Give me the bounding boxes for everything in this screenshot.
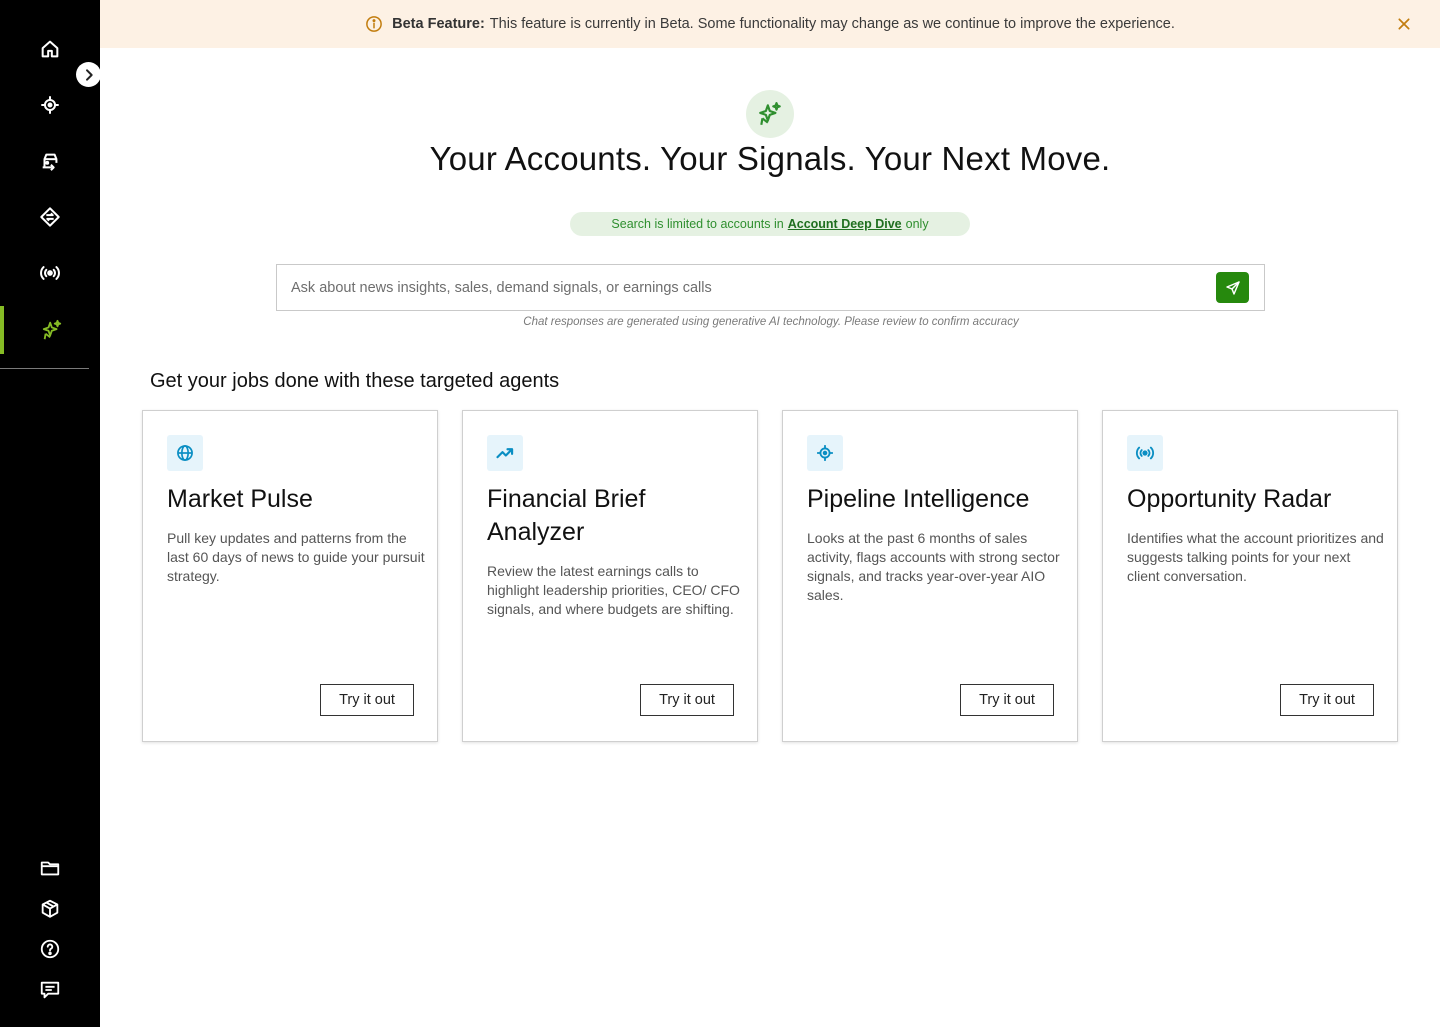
globe-icon [177,445,193,461]
card-description: Identifies what the account prioritizes … [1127,530,1384,584]
trend-up-icon [496,448,514,459]
ai-disclaimer: Chat responses are generated using gener… [523,316,1019,328]
agent-card-opportunity-radar: Opportunity Radar Identifies what the ac… [1102,410,1398,742]
sidebar-item-ai-agents[interactable] [0,306,100,354]
sidebar [0,0,100,1027]
try-it-out-button[interactable]: Try it out [320,684,414,716]
folder-icon [40,861,60,876]
chat-icon [40,981,60,999]
card-title: Pipeline Intelligence [807,485,1030,513]
close-icon [1398,18,1410,30]
car-icon [42,153,58,171]
banner-message: This feature is currently in Beta. Some … [489,16,1175,32]
account-deep-dive-link[interactable]: Account Deep Dive [788,217,902,231]
agent-card-market-pulse: Market Pulse Pull key updates and patter… [142,410,438,742]
card-description: Review the latest earnings calls to high… [487,563,740,617]
diamond-arrows-icon [40,207,60,227]
info-icon [366,16,382,32]
card-icon-badge [807,435,843,471]
send-button[interactable] [1216,272,1249,303]
sidebar-item-signals[interactable] [0,249,100,297]
scope-suffix: only [905,217,929,231]
banner-label: Beta Feature: [392,16,485,32]
broadcast-icon [40,266,60,280]
agents-section-title: Get your jobs done with these targeted a… [150,370,560,392]
card-title: Market Pulse [167,485,313,513]
card-description: Looks at the past 6 months of sales acti… [807,530,1060,603]
target-icon [41,96,59,114]
card-icon-badge [487,435,523,471]
agent-card-financial-brief-analyzer: Financial Brief Analyzer Review the late… [462,410,758,742]
card-icon-badge [1127,435,1163,471]
broadcast-icon [1135,446,1155,460]
beta-banner: Beta Feature: This feature is currently … [100,0,1440,48]
sidebar-item-targets[interactable] [0,81,100,129]
sparkle-icon [759,102,781,126]
send-icon [1225,280,1240,295]
try-it-out-button[interactable]: Try it out [640,684,734,716]
sparkle-icon [42,319,62,340]
page-title: Your Accounts. Your Signals. Your Next M… [429,140,1111,177]
box-icon [41,899,59,918]
hero-sparkle-badge [746,90,794,138]
card-description: Pull key updates and patterns from the l… [167,530,425,584]
sidebar-item-feedback[interactable] [0,966,100,1014]
home-icon [41,40,59,58]
target-icon [817,445,833,461]
search-scope-notice: Search is limited to accounts in Account… [570,212,970,236]
help-icon [40,939,60,959]
sidebar-item-vehicle[interactable] [0,137,100,185]
chat-input[interactable] [291,265,1211,310]
chat-search-box [276,264,1265,311]
sidebar-expand-button[interactable] [76,62,101,87]
agent-card-pipeline-intelligence: Pipeline Intelligence Looks at the past … [782,410,1078,742]
card-icon-badge [167,435,203,471]
chevron-right-icon [85,68,93,81]
sidebar-divider [0,368,89,369]
scope-prefix: Search is limited to accounts in [611,217,784,231]
try-it-out-button[interactable]: Try it out [1280,684,1374,716]
banner-close-button[interactable] [1392,12,1416,36]
sidebar-item-exchange[interactable] [0,193,100,241]
try-it-out-button[interactable]: Try it out [960,684,1054,716]
card-title: Opportunity Radar [1127,485,1332,513]
card-title: Financial Brief Analyzer [487,485,646,546]
